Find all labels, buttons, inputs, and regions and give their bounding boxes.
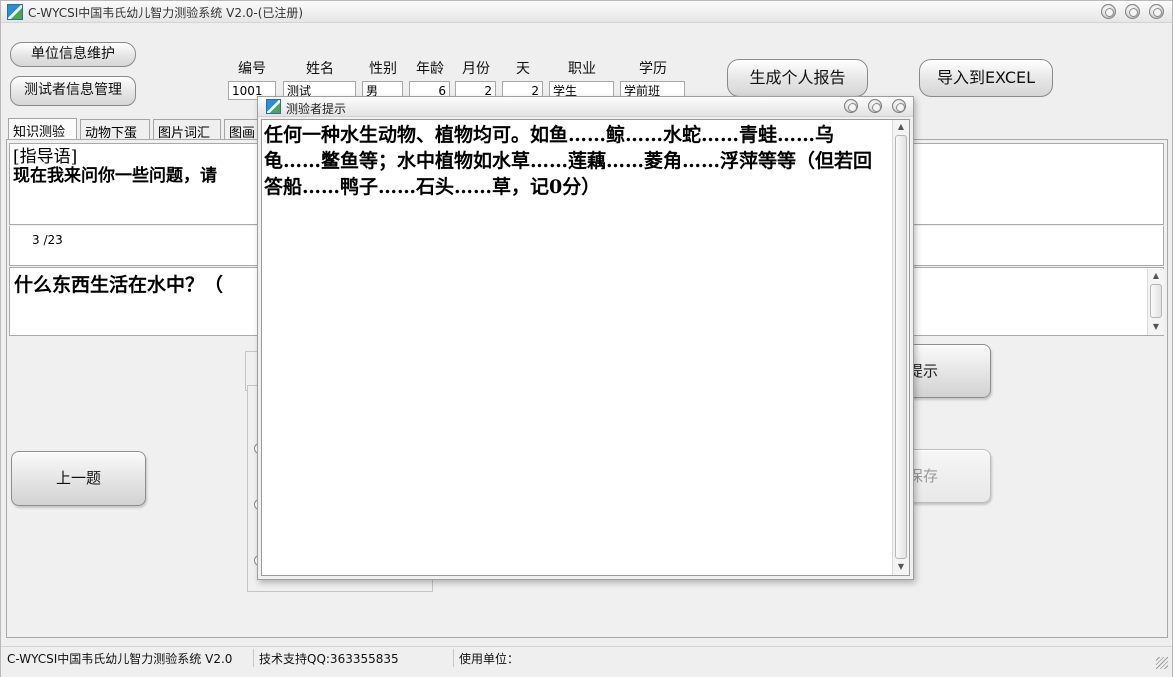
dialog-scroll-thumb[interactable]	[895, 135, 907, 559]
age-label: 年龄	[416, 61, 444, 77]
prev-question-button[interactable]: 上一题	[11, 451, 146, 506]
window-title: C-WYCSI中国韦氏幼儿智力测验系统 V2.0-(已注册)	[28, 6, 304, 20]
tab-picture[interactable]: 图画	[224, 119, 260, 139]
month-label: 月份	[462, 61, 490, 77]
tab-animal-eggs[interactable]: 动物下蛋	[80, 119, 150, 141]
dialog-minimize-icon[interactable]	[844, 99, 858, 113]
education-label: 学历	[639, 61, 667, 77]
job-label: 职业	[568, 61, 596, 77]
day-label: 天	[516, 61, 530, 77]
question-text: 什么东西生活在水中？（	[14, 274, 224, 296]
status-unit: 使用单位：	[459, 652, 520, 666]
dialog-close-icon[interactable]	[892, 99, 906, 113]
scroll-thumb[interactable]	[1150, 284, 1162, 318]
tab-picture-vocabulary[interactable]: 图片词汇	[153, 119, 221, 141]
dialog-title: 测验者提示	[286, 102, 347, 116]
status-bar: C-WYCSI中国韦氏幼儿智力测验系统 V2.0 技术支持QQ:36335583…	[1, 646, 1172, 677]
hint-text: 任何一种水生动物、植物均可。如鱼……鲸……水蛇……青蛙……乌龟……鳖鱼等；水中植…	[264, 124, 873, 198]
id-label: 编号	[238, 61, 266, 77]
gender-label: 性别	[369, 61, 397, 77]
title-bar: C-WYCSI中国韦氏幼儿智力测验系统 V2.0-(已注册)	[1, 1, 1172, 23]
progress-counter: 3 /23	[32, 233, 63, 247]
export-excel-button[interactable]: 导入到EXCEL	[919, 59, 1053, 97]
instruction-text: 现在我来问你一些问题，请	[13, 166, 217, 186]
dialog-body: 任何一种水生动物、植物均可。如鱼……鲸……水蛇……青蛙……乌龟……鳖鱼等；水中植…	[261, 119, 910, 576]
minimize-icon[interactable]	[1101, 4, 1116, 19]
status-separator	[453, 649, 454, 667]
app-icon	[7, 4, 23, 20]
name-label: 姓名	[306, 61, 334, 77]
tab-knowledge[interactable]: 知识测验	[8, 118, 77, 140]
scroll-down-icon[interactable]: ▼	[1148, 320, 1164, 334]
instruction-heading: [指导语]	[13, 147, 78, 167]
question-scrollbar[interactable]: ▲ ▼	[1147, 269, 1164, 335]
status-support: 技术支持QQ:363355835	[259, 652, 399, 666]
maximize-icon[interactable]	[1125, 4, 1140, 19]
scroll-up-icon[interactable]: ▲	[1148, 269, 1164, 283]
dialog-scroll-down-icon[interactable]: ▼	[893, 560, 909, 574]
dialog-title-bar: 测验者提示	[258, 97, 913, 117]
tester-info-button[interactable]: 测试者信息管理	[10, 76, 136, 106]
dialog-scroll-up-icon[interactable]: ▲	[893, 120, 909, 134]
hint-dialog: 测验者提示 任何一种水生动物、植物均可。如鱼……鲸……水蛇……青蛙……乌龟……鳖…	[257, 96, 914, 580]
dialog-app-icon	[266, 99, 281, 114]
status-separator	[253, 649, 254, 667]
dialog-maximize-icon[interactable]	[868, 99, 882, 113]
resize-grip-icon[interactable]	[1156, 657, 1168, 669]
unit-info-button[interactable]: 单位信息维护	[10, 42, 136, 67]
dialog-scrollbar[interactable]: ▲ ▼	[892, 120, 909, 575]
close-icon[interactable]	[1149, 4, 1164, 19]
generate-report-button[interactable]: 生成个人报告	[727, 59, 868, 97]
status-app-name: C-WYCSI中国韦氏幼儿智力测验系统 V2.0	[7, 652, 233, 666]
